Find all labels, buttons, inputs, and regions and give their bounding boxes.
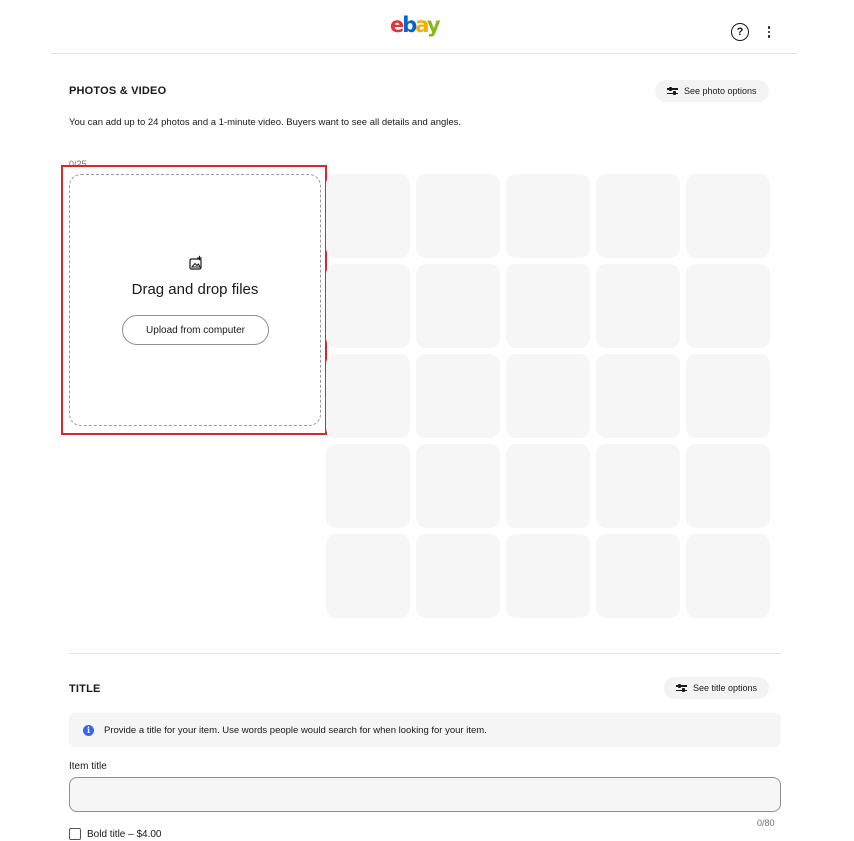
photo-slot[interactable] bbox=[506, 174, 590, 258]
photo-slot[interactable] bbox=[686, 264, 770, 348]
section-divider bbox=[69, 653, 781, 654]
photo-slot[interactable] bbox=[416, 354, 500, 438]
photos-section-title: PHOTOS & VIDEO bbox=[69, 85, 167, 97]
photo-slot[interactable] bbox=[596, 174, 680, 258]
top-bar: ebay ? bbox=[51, 0, 797, 54]
see-photo-options-button[interactable]: See photo options bbox=[655, 80, 769, 102]
bold-title-checkbox[interactable] bbox=[69, 828, 81, 840]
info-icon: i bbox=[83, 724, 94, 736]
photo-slot[interactable] bbox=[416, 264, 500, 348]
photo-slot[interactable] bbox=[596, 534, 680, 618]
title-section-title: TITLE bbox=[69, 683, 101, 695]
photos-subtext: You can add up to 24 photos and a 1-minu… bbox=[69, 117, 462, 128]
more-options-icon[interactable] bbox=[763, 23, 775, 41]
photo-slot[interactable] bbox=[506, 264, 590, 348]
photo-slot[interactable] bbox=[686, 174, 770, 258]
item-title-label: Item title bbox=[69, 761, 107, 772]
title-info-banner: i Provide a title for your item. Use wor… bbox=[69, 713, 781, 747]
bold-title-label: Bold title – $4.00 bbox=[87, 828, 162, 840]
photo-slot[interactable] bbox=[416, 534, 500, 618]
photo-slot[interactable] bbox=[326, 444, 410, 528]
highlight-box bbox=[61, 165, 327, 435]
see-title-options-button[interactable]: See title options bbox=[664, 677, 770, 699]
photo-slot[interactable] bbox=[416, 444, 500, 528]
photo-slot[interactable] bbox=[416, 174, 500, 258]
item-title-input[interactable] bbox=[69, 777, 781, 812]
title-info-text: Provide a title for your item. Use words… bbox=[104, 724, 487, 736]
see-title-options-label: See title options bbox=[693, 683, 758, 693]
photo-slot[interactable] bbox=[686, 354, 770, 438]
photo-slot[interactable] bbox=[506, 444, 590, 528]
photo-slot[interactable] bbox=[326, 354, 410, 438]
ebay-logo[interactable]: ebay bbox=[390, 13, 440, 37]
tune-icon bbox=[676, 684, 687, 692]
photo-slot[interactable] bbox=[596, 264, 680, 348]
photo-slot[interactable] bbox=[506, 534, 590, 618]
see-photo-options-label: See photo options bbox=[684, 86, 757, 96]
photo-slot[interactable] bbox=[326, 534, 410, 618]
help-icon[interactable]: ? bbox=[731, 23, 749, 41]
photo-slot[interactable] bbox=[686, 534, 770, 618]
photo-slot[interactable] bbox=[686, 444, 770, 528]
photo-slot[interactable] bbox=[506, 354, 590, 438]
photo-slot[interactable] bbox=[326, 264, 410, 348]
photo-slot[interactable] bbox=[596, 444, 680, 528]
tune-icon bbox=[667, 87, 678, 95]
bold-title-option[interactable]: Bold title – $4.00 bbox=[69, 828, 162, 840]
title-char-counter: 0/80 bbox=[757, 818, 775, 828]
photo-slot[interactable] bbox=[326, 174, 410, 258]
photo-slot[interactable] bbox=[596, 354, 680, 438]
